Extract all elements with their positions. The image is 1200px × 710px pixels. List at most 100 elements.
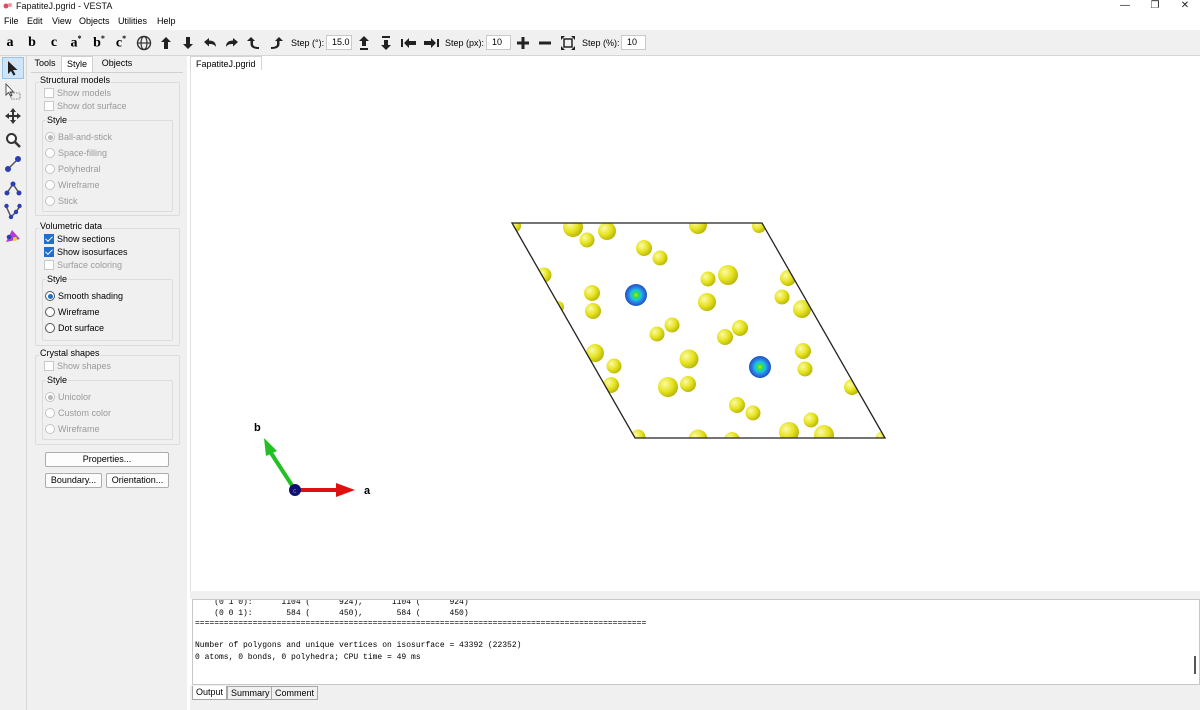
axis-a-label: a bbox=[6, 35, 14, 50]
tab-objects[interactable]: Objects bbox=[95, 56, 139, 72]
view-along-c-button[interactable]: c bbox=[44, 33, 64, 53]
orientation-button[interactable]: Orientation... bbox=[106, 473, 169, 488]
distance-tool[interactable] bbox=[2, 153, 24, 175]
style-polyhedral-radio[interactable]: Polyhedral bbox=[45, 164, 101, 174]
globe-icon bbox=[136, 35, 152, 51]
view-along-c-star-button[interactable]: c* bbox=[111, 33, 131, 53]
rotate-left-button[interactable] bbox=[201, 33, 219, 53]
rotate-ccw-button[interactable] bbox=[245, 33, 263, 53]
bond-angle-icon bbox=[4, 181, 22, 196]
angle-tool[interactable] bbox=[2, 177, 24, 199]
axis-b-star-label: b* bbox=[93, 34, 105, 51]
minimize-button[interactable]: — bbox=[1110, 0, 1140, 13]
translate-tool[interactable] bbox=[2, 105, 24, 127]
dihedral-angle-icon bbox=[4, 203, 22, 220]
move-arrows-icon bbox=[5, 108, 21, 124]
rectangle-select-tool[interactable] bbox=[2, 81, 24, 103]
curved-arrow-up-icon bbox=[161, 37, 171, 49]
axis-c-label: c bbox=[50, 35, 58, 50]
pane-splitter[interactable] bbox=[190, 591, 1200, 599]
style-wireframe-radio[interactable]: Wireframe bbox=[45, 180, 100, 190]
radio-dot bbox=[45, 408, 55, 418]
crystal-wireframe-radio[interactable]: Wireframe bbox=[45, 424, 100, 434]
tool-palette bbox=[0, 56, 27, 710]
move-up-button[interactable] bbox=[355, 33, 373, 53]
view-along-a-star-button[interactable]: a* bbox=[66, 33, 86, 53]
rotate-up-button[interactable] bbox=[157, 33, 175, 53]
radio-dot bbox=[45, 180, 55, 190]
show-shapes-checkbox[interactable]: Show shapes bbox=[44, 361, 111, 371]
output-scrollbar[interactable] bbox=[1194, 656, 1196, 674]
radio-dot bbox=[45, 323, 55, 333]
volumetric-style-title: Style bbox=[46, 274, 69, 284]
boundary-button[interactable]: Boundary... bbox=[45, 473, 102, 488]
view-along-b-button[interactable]: b bbox=[22, 33, 42, 53]
show-models-checkbox[interactable]: Show models bbox=[44, 88, 111, 98]
output-log[interactable]: (0 1 0): 1104 ( 924), 1104 ( 924) (0 0 1… bbox=[192, 599, 1200, 685]
window-title: FapatiteJ.pgrid - VESTA bbox=[16, 1, 113, 11]
tab-style[interactable]: Style bbox=[61, 56, 93, 72]
tab-comment[interactable]: Comment bbox=[271, 686, 319, 700]
menu-objects[interactable]: Objects bbox=[79, 16, 110, 26]
dot-surface-label: Dot surface bbox=[58, 323, 105, 333]
show-sections-checkbox[interactable]: Show sections bbox=[44, 234, 115, 244]
structure-view[interactable]: c a b bbox=[191, 70, 1200, 591]
step-pct-input[interactable]: 10 bbox=[621, 35, 646, 50]
polyhedral-label: Polyhedral bbox=[58, 164, 101, 174]
fit-to-screen-button[interactable] bbox=[558, 33, 578, 53]
view-along-a-button[interactable]: a bbox=[0, 33, 20, 53]
tab-tools[interactable]: Tools bbox=[30, 56, 60, 72]
move-left-button[interactable] bbox=[399, 33, 419, 53]
arrow-turn-up-left-icon bbox=[247, 37, 259, 49]
style-stick-radio[interactable]: Stick bbox=[45, 196, 78, 206]
menu-utilities[interactable]: Utilities bbox=[118, 16, 147, 26]
zoom-in-button[interactable] bbox=[514, 33, 532, 53]
show-dot-surface-label: Show dot surface bbox=[57, 101, 127, 111]
arrow-rotate-right-icon bbox=[226, 38, 238, 47]
menu-edit[interactable]: Edit bbox=[27, 16, 43, 26]
menu-help[interactable]: Help bbox=[157, 16, 176, 26]
smooth-shading-radio[interactable]: Smooth shading bbox=[45, 291, 123, 301]
move-right-button[interactable] bbox=[421, 33, 441, 53]
unit-cell-atoms bbox=[512, 223, 885, 438]
style-space-filling-radio[interactable]: Space-filling bbox=[45, 148, 107, 158]
unicolor-radio[interactable]: Unicolor bbox=[45, 392, 91, 402]
step-deg-label: Step (°): bbox=[291, 38, 325, 48]
step-px-label: Step (px): bbox=[445, 38, 485, 48]
dot-surface-radio[interactable]: Dot surface bbox=[45, 323, 104, 333]
radio-dot bbox=[45, 291, 55, 301]
main-toolbar: a b c a* b* c* Step (°): 15.0 Step (px):… bbox=[0, 30, 1200, 56]
rotate-down-button[interactable] bbox=[179, 33, 197, 53]
tab-output[interactable]: Output bbox=[192, 686, 228, 700]
axis-b-label: b bbox=[254, 422, 261, 434]
select-tool[interactable] bbox=[2, 57, 24, 79]
restore-button[interactable]: ❐ bbox=[1140, 0, 1170, 13]
document-tab[interactable]: FapatiteJ.pgrid bbox=[190, 56, 262, 70]
menu-file[interactable]: File bbox=[4, 16, 19, 26]
zoom-out-button[interactable] bbox=[536, 33, 554, 53]
volumetric-wireframe-radio[interactable]: Wireframe bbox=[45, 307, 100, 317]
view-along-b-star-button[interactable]: b* bbox=[89, 33, 109, 53]
rotate-right-button[interactable] bbox=[223, 33, 241, 53]
close-button[interactable]: ✕ bbox=[1170, 0, 1200, 13]
standard-orientation-button[interactable] bbox=[135, 33, 153, 53]
wireframe-label: Wireframe bbox=[58, 180, 100, 190]
lattice-plane-tool[interactable] bbox=[2, 225, 24, 247]
arrow-rotate-left-icon bbox=[204, 38, 216, 47]
dihedral-tool[interactable] bbox=[2, 201, 24, 223]
style-ball-and-stick-radio[interactable]: Ball-and-stick bbox=[45, 132, 112, 142]
show-dot-surface-checkbox[interactable]: Show dot surface bbox=[44, 101, 127, 111]
magnify-tool[interactable] bbox=[2, 129, 24, 151]
custom-color-radio[interactable]: Custom color bbox=[45, 408, 111, 418]
move-down-button[interactable] bbox=[377, 33, 395, 53]
step-deg-input[interactable]: 15.0 bbox=[326, 35, 352, 50]
properties-button[interactable]: Properties... bbox=[45, 452, 169, 467]
tab-summary[interactable]: Summary bbox=[227, 686, 274, 700]
3d-viewport[interactable]: c a b bbox=[190, 70, 1200, 591]
step-px-input[interactable]: 10 bbox=[486, 35, 511, 50]
surface-coloring-checkbox[interactable]: Surface coloring bbox=[44, 260, 122, 270]
rotate-cw-button[interactable] bbox=[267, 33, 285, 53]
show-isosurfaces-checkbox[interactable]: Show isosurfaces bbox=[44, 247, 128, 257]
checkbox-box bbox=[44, 361, 54, 371]
menu-view[interactable]: View bbox=[52, 16, 71, 26]
